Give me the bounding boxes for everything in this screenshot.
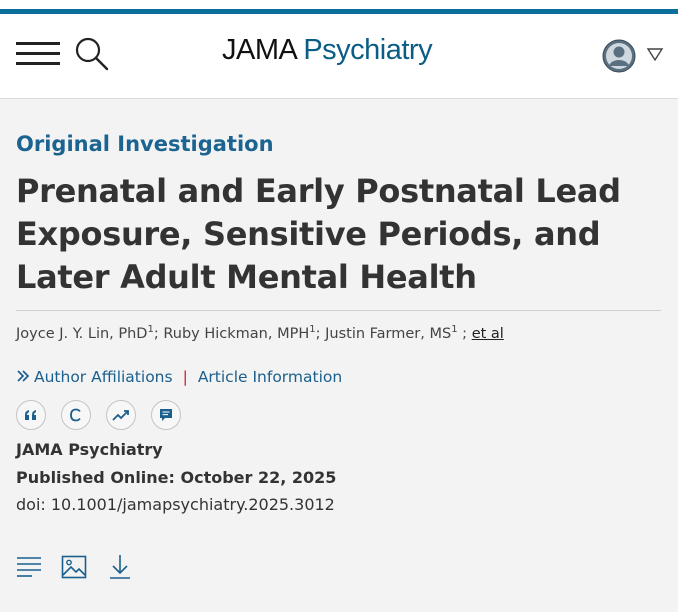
metrics-button[interactable]: [106, 400, 136, 430]
article-info-links: Author Affiliations | Article Information: [16, 368, 342, 386]
doi[interactable]: doi: 10.1001/jamapsychiatry.2025.3012: [16, 495, 335, 514]
full-text-icon[interactable]: [16, 554, 42, 580]
figures-icon[interactable]: [61, 554, 87, 580]
author-affiliations-link[interactable]: Author Affiliations: [34, 368, 173, 386]
search-icon[interactable]: [74, 36, 110, 72]
caret-down-icon[interactable]: [646, 46, 664, 62]
copyright-icon: [70, 408, 81, 422]
cite-button[interactable]: [16, 400, 46, 430]
site-header: JAMA Psychiatry: [0, 0, 678, 99]
author-affiliation-ref: 1: [147, 324, 154, 335]
permissions-button[interactable]: [61, 400, 91, 430]
author-affiliation-ref: 1: [309, 324, 316, 335]
article-category[interactable]: Original Investigation: [16, 132, 274, 156]
link-separator: |: [182, 368, 188, 386]
article-information-link[interactable]: Article Information: [198, 368, 342, 386]
double-chevron-icon: [17, 370, 30, 382]
user-avatar-icon[interactable]: [602, 39, 636, 73]
author-list: Joyce J. Y. Lin, PhD1; Ruby Hickman, MPH…: [16, 324, 504, 342]
divider: [16, 310, 661, 311]
comment-button[interactable]: [151, 400, 181, 430]
site-logo[interactable]: JAMA Psychiatry: [222, 34, 433, 74]
header-accent-bar: [0, 9, 678, 14]
et-al-link[interactable]: et al: [472, 326, 504, 342]
author-name[interactable]: Joyce J. Y. Lin, PhD: [16, 326, 147, 342]
trend-icon: [112, 410, 129, 421]
logo-brand-secondary: Psychiatry: [303, 34, 433, 66]
menu-icon[interactable]: [16, 42, 60, 66]
comment-icon: [160, 409, 172, 421]
journal-name: JAMA Psychiatry: [16, 440, 163, 459]
article-title: Prenatal and Early Postnatal Lead Exposu…: [16, 172, 621, 296]
author-affiliation-ref: 1: [451, 324, 458, 335]
quote-icon: [25, 410, 36, 420]
author-name[interactable]: Ruby Hickman, MPH: [163, 326, 309, 342]
download-icon[interactable]: [107, 554, 133, 580]
author-name[interactable]: Justin Farmer, MS: [325, 326, 451, 342]
logo-brand-primary: JAMA: [222, 34, 296, 66]
publication-date: Published Online: October 22, 2025: [16, 468, 337, 487]
